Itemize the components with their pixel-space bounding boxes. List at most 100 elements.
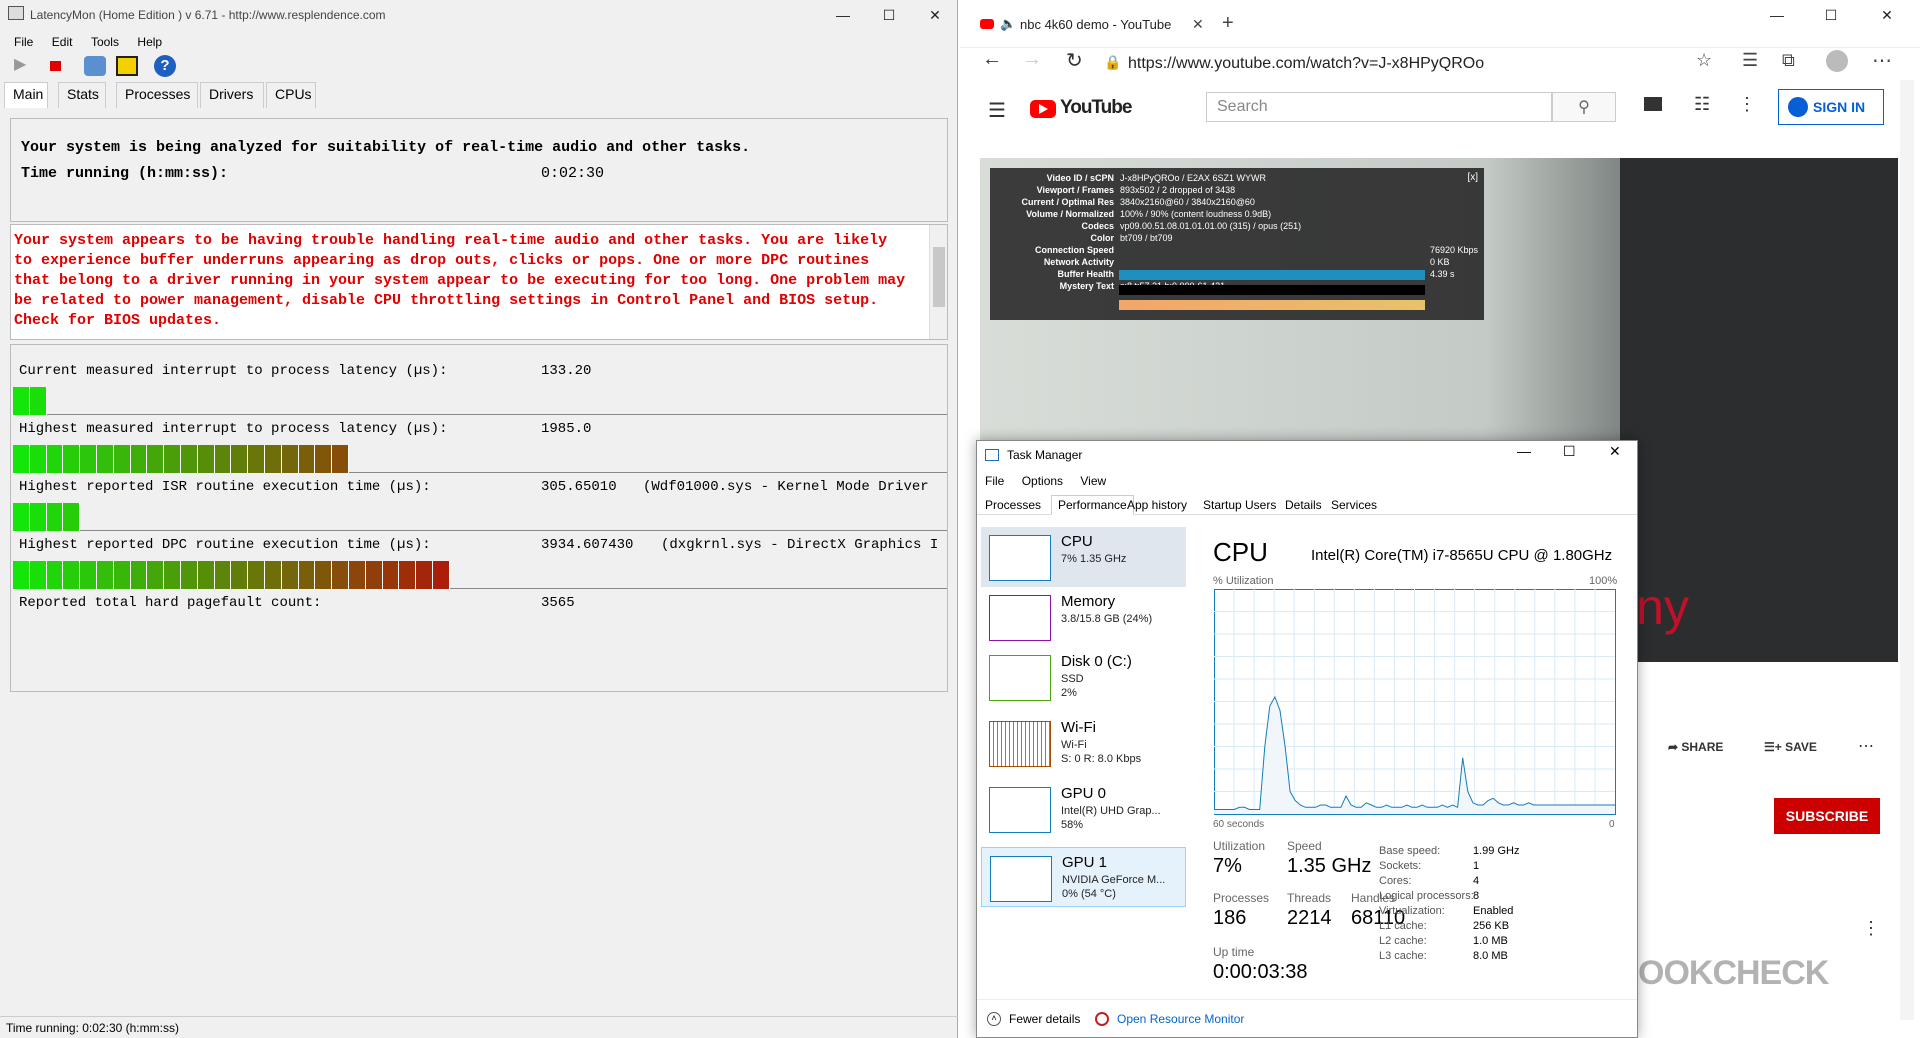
close-button[interactable]: ✕ — [1864, 0, 1910, 30]
graph-time-right: 0 — [1609, 819, 1615, 830]
menu-edit[interactable]: Edit — [52, 35, 73, 49]
latency-bar-segment — [315, 445, 333, 473]
scrollbar-thumb[interactable] — [933, 247, 945, 307]
favorites-icon[interactable]: ☰ — [1742, 50, 1758, 71]
menu-file[interactable]: File — [985, 474, 1004, 488]
windows-icon[interactable] — [116, 56, 138, 76]
status-bar: Time running: 0:02:30 (h:mm:ss) — [0, 1016, 958, 1038]
latency-bar-segment — [130, 445, 148, 473]
sidebar-item-sub: NVIDIA GeForce M... — [1062, 874, 1166, 886]
chevron-up-icon[interactable]: ˄ — [987, 1012, 1001, 1026]
youtube-favicon — [980, 19, 994, 29]
latency-bar-segment — [63, 561, 81, 589]
tab-app-history[interactable]: App history — [1127, 498, 1187, 512]
tab-drivers[interactable]: Drivers — [200, 82, 264, 108]
sidebar-item-sub: SSD — [1061, 673, 1084, 685]
play-icon[interactable]: ▶ — [14, 54, 40, 78]
tab-processes[interactable]: Processes — [985, 498, 1041, 512]
tab-startup[interactable]: Startup — [1203, 498, 1242, 512]
maximize-button[interactable]: ☐ — [1808, 0, 1854, 30]
latency-bar-segment — [265, 445, 282, 473]
menu-file[interactable]: File — [14, 35, 33, 49]
latency-bar-segment — [63, 503, 81, 531]
sidebar-item-cpu[interactable]: CPU 7% 1.35 GHz — [981, 527, 1186, 587]
tab-processes[interactable]: Processes — [116, 82, 198, 108]
collections-icon[interactable]: ⧉ — [1782, 50, 1795, 71]
analysis-panel: Your system is being analyzed for suitab… — [10, 118, 948, 222]
task-manager-title: Task Manager — [1007, 448, 1083, 462]
sidebar-item-memory[interactable]: Memory 3.8/15.8 GB (24%) — [981, 587, 1186, 647]
tab-services[interactable]: Services — [1331, 498, 1377, 512]
hamburger-menu-icon[interactable]: ☰ — [988, 98, 1006, 123]
sidebar-item-gpu1[interactable]: GPU 1 NVIDIA GeForce M... 0% (54 °C) — [981, 847, 1186, 907]
sidebar-item-disk[interactable]: Disk 0 (C:) SSD 2% — [981, 647, 1186, 707]
help-icon[interactable]: ? — [154, 55, 176, 77]
latency-bar-segment — [248, 561, 265, 589]
maximize-button[interactable]: ☐ — [866, 0, 912, 30]
speaker-icon[interactable]: 🔈 — [1000, 16, 1016, 32]
new-tab-icon[interactable]: + — [1222, 12, 1234, 35]
tab-details[interactable]: Details — [1285, 498, 1322, 512]
menu-options[interactable]: Options — [1022, 474, 1063, 488]
menu-help[interactable]: Help — [137, 35, 162, 49]
threads-label: Threads — [1287, 891, 1332, 905]
forward-icon[interactable]: → — [1022, 48, 1042, 71]
spec-value: 1 — [1473, 860, 1480, 872]
latency-bar-segment — [315, 561, 333, 589]
close-button[interactable]: ✕ — [912, 0, 958, 30]
menu-view[interactable]: View — [1080, 474, 1106, 488]
save-button[interactable]: ☰+ SAVE — [1764, 740, 1817, 754]
search-icon[interactable]: ⚲ — [1552, 92, 1616, 122]
profile-avatar[interactable] — [1826, 50, 1848, 72]
latency-bar-segment — [332, 561, 349, 589]
browser-tab[interactable]: 🔈 nbc 4k60 demo - YouTube ✕ — [970, 4, 1216, 44]
play-triangle-icon — [1039, 104, 1048, 114]
more-vert-icon[interactable]: ⋮ — [1738, 94, 1756, 115]
maximize-button[interactable]: ☐ — [1563, 443, 1576, 460]
warning-scrollbar[interactable] — [929, 225, 947, 339]
page-scrollbar[interactable] — [1900, 80, 1914, 1020]
tab-users[interactable]: Users — [1245, 498, 1276, 512]
cpu-model: Intel(R) Core(TM) i7-8565U CPU @ 1.80GHz — [1311, 547, 1613, 564]
settings-more-icon[interactable]: ⋯ — [1872, 48, 1892, 73]
sidebar-item-wifi[interactable]: Wi-Fi Wi-Fi S: 0 R: 8.0 Kbps — [981, 713, 1186, 773]
apps-grid-icon[interactable]: ☷ — [1694, 94, 1710, 115]
latency-bar-segment — [281, 445, 299, 473]
processes-value: 186 — [1213, 907, 1247, 929]
latency-bar-segment — [113, 561, 131, 589]
create-video-icon[interactable] — [1644, 97, 1662, 111]
sidebar-item-sub: 2% — [1061, 687, 1077, 699]
share-button[interactable]: ➦ SHARE — [1668, 740, 1723, 754]
open-resource-monitor-link[interactable]: Open Resource Monitor — [1117, 1012, 1244, 1026]
latency-bar-segment — [29, 445, 47, 473]
stop-icon[interactable] — [50, 61, 61, 71]
analyze-icon[interactable] — [84, 56, 106, 76]
minimize-button[interactable]: — — [820, 0, 866, 30]
more-actions-icon[interactable]: ⋯ — [1858, 736, 1874, 756]
comment-more-icon[interactable]: ⋮ — [1862, 918, 1880, 939]
latency-bar-segment — [181, 561, 198, 589]
sidebar-item-gpu0[interactable]: GPU 0 Intel(R) UHD Grap... 58% — [981, 779, 1186, 839]
youtube-logo-icon[interactable] — [1030, 100, 1056, 118]
back-icon[interactable]: ← — [982, 48, 1002, 71]
processes-label: Processes — [1213, 891, 1270, 905]
subscribe-button[interactable]: SUBSCRIBE — [1774, 798, 1880, 834]
tab-cpus[interactable]: CPUs — [266, 82, 316, 108]
favorite-star-icon[interactable]: ☆ — [1696, 50, 1712, 71]
address-bar[interactable]: 🔒 https://www.youtube.com/watch?v=J-x8HP… — [1104, 50, 1664, 80]
tab-stats[interactable]: Stats — [58, 82, 106, 108]
refresh-icon[interactable]: ↻ — [1066, 48, 1083, 73]
uptime-value: 0:00:03:38 — [1213, 961, 1308, 983]
youtube-search-input[interactable]: Search — [1206, 92, 1552, 122]
youtube-logo-text[interactable]: YouTube — [1060, 97, 1132, 119]
fewer-details-link[interactable]: Fewer details — [1009, 1012, 1080, 1026]
close-button[interactable]: ✕ — [1609, 443, 1621, 460]
sidebar-item-sub: S: 0 R: 8.0 Kbps — [1061, 753, 1142, 765]
tab-main[interactable]: Main — [4, 82, 48, 108]
stats-close-button[interactable]: [x] — [1467, 172, 1478, 183]
minimize-button[interactable]: — — [1754, 0, 1800, 30]
minimize-button[interactable]: — — [1517, 443, 1531, 459]
tab-close-icon[interactable]: ✕ — [1192, 16, 1204, 33]
menu-tools[interactable]: Tools — [91, 35, 119, 49]
tab-performance[interactable]: Performance — [1051, 495, 1134, 515]
